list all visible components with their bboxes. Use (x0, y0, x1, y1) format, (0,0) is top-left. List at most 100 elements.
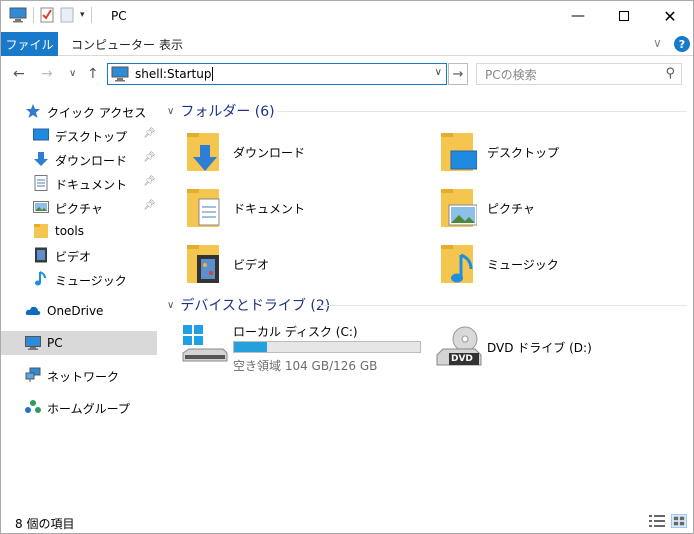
star-icon (26, 104, 40, 118)
properties-icon[interactable] (40, 7, 54, 23)
pc-icon (25, 336, 41, 350)
maximize-button[interactable] (601, 1, 647, 31)
sidebar-item-label: OneDrive (47, 304, 104, 318)
back-button[interactable]: ← (13, 66, 25, 82)
title-bar: ▾ PC — ✕ (1, 1, 693, 31)
folder-label: ミュージック (487, 258, 559, 272)
hard-drive-icon (182, 325, 228, 362)
drives-group-header[interactable]: ∨ デバイスとドライブ (2) (167, 295, 687, 315)
explorer-window: ▾ PC — ✕ ファイル コンピューター 表示 ∨ ? ← → ∨ ↑ she… (0, 0, 694, 534)
sidebar-item-tools[interactable]: tools (1, 219, 157, 243)
content-pane: ∨ フォルダー (6) ダウンロード デスクトップ ドキュメント ピクチャ ビデ… (161, 93, 691, 503)
tab-file[interactable]: ファイル (1, 32, 58, 56)
recent-locations-dropdown[interactable]: ∨ (69, 68, 76, 79)
folder-downloads[interactable]: ダウンロード (161, 129, 401, 177)
pictures-folder-icon (441, 189, 477, 227)
tab-computer[interactable]: コンピューター (71, 32, 155, 56)
drive-usage-bar (233, 341, 421, 353)
folders-group-header[interactable]: ∨ フォルダー (6) (167, 101, 687, 121)
quick-access-toolbar: ▾ (9, 7, 92, 23)
folder-label: ドキュメント (233, 202, 306, 216)
desktop-icon (33, 128, 49, 141)
go-button[interactable]: → (448, 63, 468, 85)
sidebar-item-music[interactable]: ミュージック (1, 267, 157, 291)
window-title: PC (111, 9, 127, 23)
toolbar-separator (90, 7, 92, 23)
expand-ribbon-icon[interactable]: ∨ (653, 36, 662, 50)
sidebar-item-quick-access[interactable]: クイック アクセス (1, 99, 157, 123)
videos-folder-icon (187, 245, 219, 283)
customize-toolbar-dropdown[interactable]: ▾ (80, 10, 85, 20)
details-view-icon[interactable] (649, 514, 665, 528)
close-icon: ✕ (663, 6, 677, 26)
drive-usage-fill (234, 342, 267, 352)
drive-d[interactable]: DVD DVD ドライブ (D:) (415, 325, 665, 375)
sidebar-item-label: デスクトップ (55, 130, 128, 144)
folder-videos[interactable]: ビデオ (161, 241, 401, 289)
sidebar-item-label: ダウンロード (55, 154, 128, 168)
navigation-pane: クイック アクセス デスクトップ 📌︎ ダウンロード 📌︎ ドキュメント 📌︎ … (1, 93, 159, 503)
folder-documents[interactable]: ドキュメント (161, 185, 401, 233)
pin-icon: 📌︎ (143, 128, 156, 139)
pin-icon: 📌︎ (143, 152, 156, 163)
sidebar-item-label: ピクチャ (55, 202, 103, 216)
sidebar-item-pictures[interactable]: ピクチャ 📌︎ (1, 195, 157, 219)
close-button[interactable]: ✕ (647, 1, 693, 31)
sidebar-item-network[interactable]: ネットワーク (1, 363, 157, 387)
pc-icon (111, 66, 129, 82)
sidebar-item-label: tools (55, 224, 84, 238)
sidebar-item-label: ネットワーク (47, 370, 120, 384)
new-folder-icon[interactable] (60, 7, 74, 23)
search-box[interactable]: PCの検索 ⚲ (476, 63, 682, 85)
sidebar-item-desktop[interactable]: デスクトップ 📌︎ (1, 123, 157, 147)
folder-pictures[interactable]: ピクチャ (415, 185, 655, 233)
tab-view[interactable]: 表示 (159, 32, 183, 56)
sidebar-item-downloads[interactable]: ダウンロード 📌︎ (1, 147, 157, 171)
folder-desktop[interactable]: デスクトップ (415, 129, 655, 177)
folder-label: デスクトップ (487, 146, 560, 160)
drive-free-space: 空き領域 104 GB/126 GB (233, 359, 378, 373)
sidebar-item-label: ホームグループ (47, 402, 130, 416)
group-divider (317, 305, 687, 306)
folder-icon (34, 224, 48, 238)
collapse-chevron-icon: ∨ (167, 105, 175, 117)
sidebar-item-label: ドキュメント (55, 178, 128, 192)
up-button[interactable]: ↑ (87, 66, 99, 82)
sidebar-item-videos[interactable]: ビデオ (1, 243, 157, 267)
sidebar-item-pc[interactable]: PC (1, 331, 157, 355)
forward-button[interactable]: → (41, 66, 53, 82)
search-icon[interactable]: ⚲ (665, 66, 675, 81)
sidebar-item-homegroup[interactable]: ホームグループ (1, 395, 157, 419)
sidebar-item-onedrive[interactable]: OneDrive (1, 299, 157, 323)
address-input[interactable]: shell:Startup (135, 67, 212, 81)
minimize-icon: — (571, 8, 585, 24)
navigation-bar: ← → ∨ ↑ shell:Startup ∨ → PCの検索 ⚲ (1, 57, 693, 91)
drive-name: DVD ドライブ (D:) (487, 341, 592, 355)
dvd-badge: DVD (451, 354, 473, 364)
status-bar: 8 個の項目 (1, 509, 693, 533)
network-icon (25, 367, 41, 382)
document-icon (34, 175, 48, 191)
homegroup-icon (25, 400, 41, 413)
folder-label: ビデオ (233, 258, 270, 272)
address-dropdown-icon[interactable]: ∨ (435, 67, 442, 78)
folder-label: ピクチャ (487, 202, 535, 216)
sidebar-item-label: クイック アクセス (47, 106, 147, 120)
minimize-button[interactable]: — (555, 1, 601, 31)
downloads-folder-icon (187, 133, 219, 171)
pc-icon (9, 7, 27, 23)
sidebar-item-label: ミュージック (55, 274, 127, 288)
pin-icon: 📌︎ (143, 200, 156, 211)
drive-c[interactable]: ローカル ディスク (C:) 空き領域 104 GB/126 GB (161, 323, 421, 373)
folder-music[interactable]: ミュージック (415, 241, 655, 289)
address-bar[interactable]: shell:Startup ∨ (107, 63, 447, 85)
search-input[interactable]: PCの検索 (485, 66, 537, 83)
group-title: フォルダー (6) (180, 104, 275, 120)
help-icon[interactable]: ? (674, 36, 690, 52)
folder-label: ダウンロード (233, 146, 306, 160)
text-caret (211, 67, 213, 81)
download-icon (34, 152, 48, 166)
sidebar-item-documents[interactable]: ドキュメント 📌︎ (1, 171, 157, 195)
group-divider (277, 111, 687, 112)
large-icons-view-icon[interactable] (671, 514, 687, 528)
